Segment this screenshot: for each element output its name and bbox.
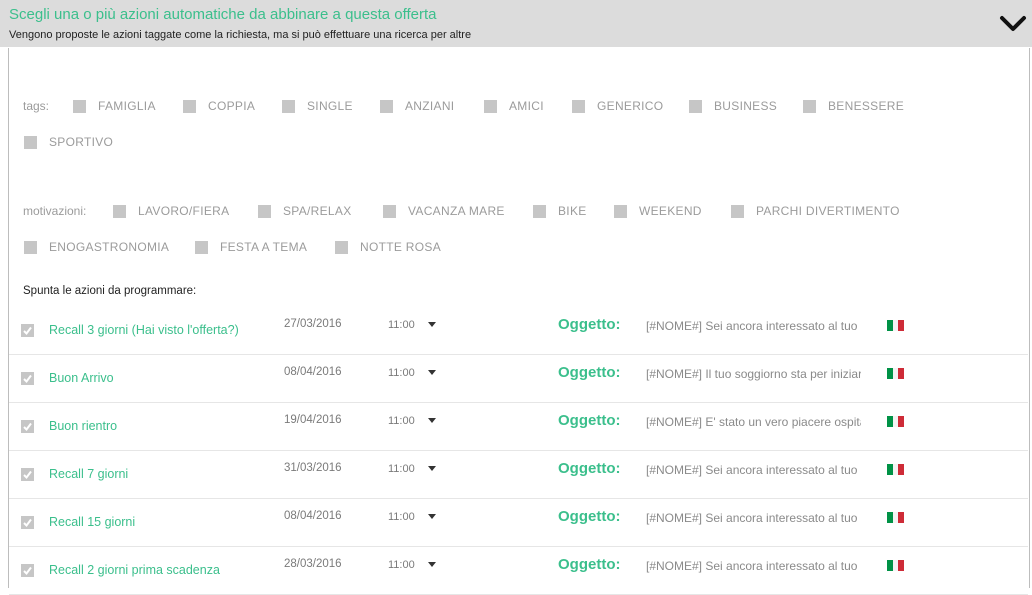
- motivazione-checkbox-bike[interactable]: [533, 205, 546, 218]
- oggetto-label: Oggetto:: [558, 316, 621, 333]
- header-bar: Scegli una o più azioni automatiche da a…: [0, 0, 1032, 47]
- motivazione-checkbox-enogastronomia[interactable]: [24, 241, 37, 254]
- tag-checkbox-amici[interactable]: [484, 100, 497, 113]
- motivazione-checkbox-parchi-divertimento[interactable]: [731, 205, 744, 218]
- oggetto-label: Oggetto:: [558, 508, 621, 525]
- action-subject[interactable]: [#NOME#] E' stato un vero piacere ospita…: [646, 415, 861, 429]
- tag-label-famiglia: FAMIGLIA: [98, 99, 156, 113]
- tag-label-anziani: ANZIANI: [405, 99, 455, 113]
- tag-label-coppia: COPPIA: [208, 99, 256, 113]
- motivazione-label-parchi-divertimento: PARCHI DIVERTIMENTO: [756, 204, 900, 218]
- header-subtitle: Vengono proposte le azioni taggate come …: [9, 29, 472, 41]
- action-time: 11:00: [388, 559, 415, 571]
- time-dropdown-icon[interactable]: [428, 322, 436, 327]
- action-checkbox[interactable]: [21, 324, 34, 337]
- italy-flag-icon[interactable]: [887, 320, 905, 331]
- oggetto-label: Oggetto:: [558, 364, 621, 381]
- tag-label-amici: AMICI: [509, 99, 544, 113]
- action-date: 28/03/2016: [284, 558, 342, 570]
- tag-label-generico: GENERICO: [597, 99, 664, 113]
- tag-label-benessere: BENESSERE: [828, 99, 905, 113]
- action-name: Buon Arrivo: [49, 371, 114, 385]
- motivazione-checkbox-lavoro-fiera[interactable]: [113, 205, 126, 218]
- action-subject[interactable]: [#NOME#] Sei ancora interessato al tuo: [646, 511, 861, 525]
- tags-label: tags:: [23, 99, 50, 113]
- tag-checkbox-famiglia[interactable]: [73, 100, 86, 113]
- tag-label-business: BUSINESS: [714, 99, 778, 113]
- motivazione-label-weekend: WEEKEND: [639, 204, 702, 218]
- tag-label-sportivo: SPORTIVO: [49, 135, 114, 149]
- motivazione-checkbox-spa-relax[interactable]: [258, 205, 271, 218]
- action-checkbox[interactable]: [21, 516, 34, 529]
- tag-checkbox-generico[interactable]: [572, 100, 585, 113]
- action-checkbox[interactable]: [21, 372, 34, 385]
- time-dropdown-icon[interactable]: [428, 418, 436, 423]
- motivazioni-label: motivazioni:: [23, 204, 87, 218]
- motivazione-label-vacanza-mare: VACANZA MARE: [408, 204, 505, 218]
- action-row: Recall 7 giorni 31/03/2016 11:00 Oggetto…: [9, 450, 1028, 499]
- action-name: Recall 2 giorni prima scadenza: [49, 563, 220, 577]
- tag-checkbox-sportivo[interactable]: [24, 136, 37, 149]
- time-dropdown-icon[interactable]: [428, 514, 436, 519]
- action-date: 08/04/2016: [284, 510, 342, 522]
- action-date: 19/04/2016: [284, 414, 342, 426]
- motivazione-label-notte-rosa: NOTTE ROSA: [360, 240, 442, 254]
- italy-flag-icon[interactable]: [887, 368, 905, 379]
- action-subject[interactable]: [#NOME#] Sei ancora interessato al tuo: [646, 559, 861, 573]
- action-date: 08/04/2016: [284, 366, 342, 378]
- motivazione-checkbox-weekend[interactable]: [614, 205, 627, 218]
- motivazione-checkbox-notte-rosa[interactable]: [335, 241, 348, 254]
- oggetto-label: Oggetto:: [558, 460, 621, 477]
- action-name: Buon rientro: [49, 419, 118, 433]
- motivazione-checkbox-festa-a-tema[interactable]: [195, 241, 208, 254]
- italy-flag-icon[interactable]: [887, 560, 905, 571]
- tag-checkbox-coppia[interactable]: [183, 100, 196, 113]
- oggetto-label: Oggetto:: [558, 412, 621, 429]
- action-checkbox[interactable]: [21, 468, 34, 481]
- tag-checkbox-business[interactable]: [689, 100, 702, 113]
- action-date: 27/03/2016: [284, 318, 342, 330]
- action-time: 11:00: [388, 511, 415, 523]
- italy-flag-icon[interactable]: [887, 464, 905, 475]
- motivazione-checkbox-vacanza-mare[interactable]: [383, 205, 396, 218]
- action-subject[interactable]: [#NOME#] Sei ancora interessato al tuo: [646, 463, 861, 477]
- action-row: Buon Arrivo 08/04/2016 11:00 Oggetto: [#…: [9, 354, 1028, 403]
- action-time: 11:00: [388, 415, 415, 427]
- action-name: Recall 15 giorni: [49, 515, 136, 529]
- action-time: 11:00: [388, 463, 415, 475]
- tag-checkbox-benessere[interactable]: [803, 100, 816, 113]
- tag-checkbox-anziani[interactable]: [380, 100, 393, 113]
- action-row: Buon rientro 19/04/2016 11:00 Oggetto: […: [9, 402, 1028, 451]
- tag-label-single: SINGLE: [307, 99, 353, 113]
- action-name: Recall 7 giorni: [49, 467, 129, 481]
- action-checkbox[interactable]: [21, 420, 34, 433]
- chevron-down-icon[interactable]: [998, 12, 1028, 36]
- time-dropdown-icon[interactable]: [428, 370, 436, 375]
- action-row: Recall 15 giorni 08/04/2016 11:00 Oggett…: [9, 498, 1028, 547]
- time-dropdown-icon[interactable]: [428, 562, 436, 567]
- action-row: Recall 2 giorni prima scadenza 28/03/201…: [9, 546, 1028, 595]
- italy-flag-icon[interactable]: [887, 416, 905, 427]
- oggetto-label: Oggetto:: [558, 556, 621, 573]
- action-subject[interactable]: [#NOME#] Il tuo soggiorno sta per inizia…: [646, 367, 861, 381]
- motivazione-label-festa-a-tema: FESTA A TEMA: [220, 240, 308, 254]
- action-time: 11:00: [388, 319, 415, 331]
- action-row: Recall 3 giorni (Hai visto l'offerta?) 2…: [9, 306, 1028, 355]
- action-name: Recall 3 giorni (Hai visto l'offerta?): [49, 323, 239, 337]
- action-checkbox[interactable]: [21, 564, 34, 577]
- time-dropdown-icon[interactable]: [428, 466, 436, 471]
- action-subject[interactable]: [#NOME#] Sei ancora interessato al tuo: [646, 319, 861, 333]
- italy-flag-icon[interactable]: [887, 512, 905, 523]
- motivazione-label-spa-relax: SPA/RELAX: [283, 204, 352, 218]
- motivazione-label-bike: BIKE: [558, 204, 587, 218]
- actions-instruction: Spunta le azioni da programmare:: [23, 285, 197, 297]
- tag-checkbox-single[interactable]: [282, 100, 295, 113]
- motivazione-label-enogastronomia: ENOGASTRONOMIA: [49, 240, 170, 254]
- header-title: Scegli una o più azioni automatiche da a…: [9, 6, 437, 23]
- action-date: 31/03/2016: [284, 462, 342, 474]
- motivazione-label-lavoro-fiera: LAVORO/FIERA: [138, 204, 230, 218]
- action-time: 11:00: [388, 367, 415, 379]
